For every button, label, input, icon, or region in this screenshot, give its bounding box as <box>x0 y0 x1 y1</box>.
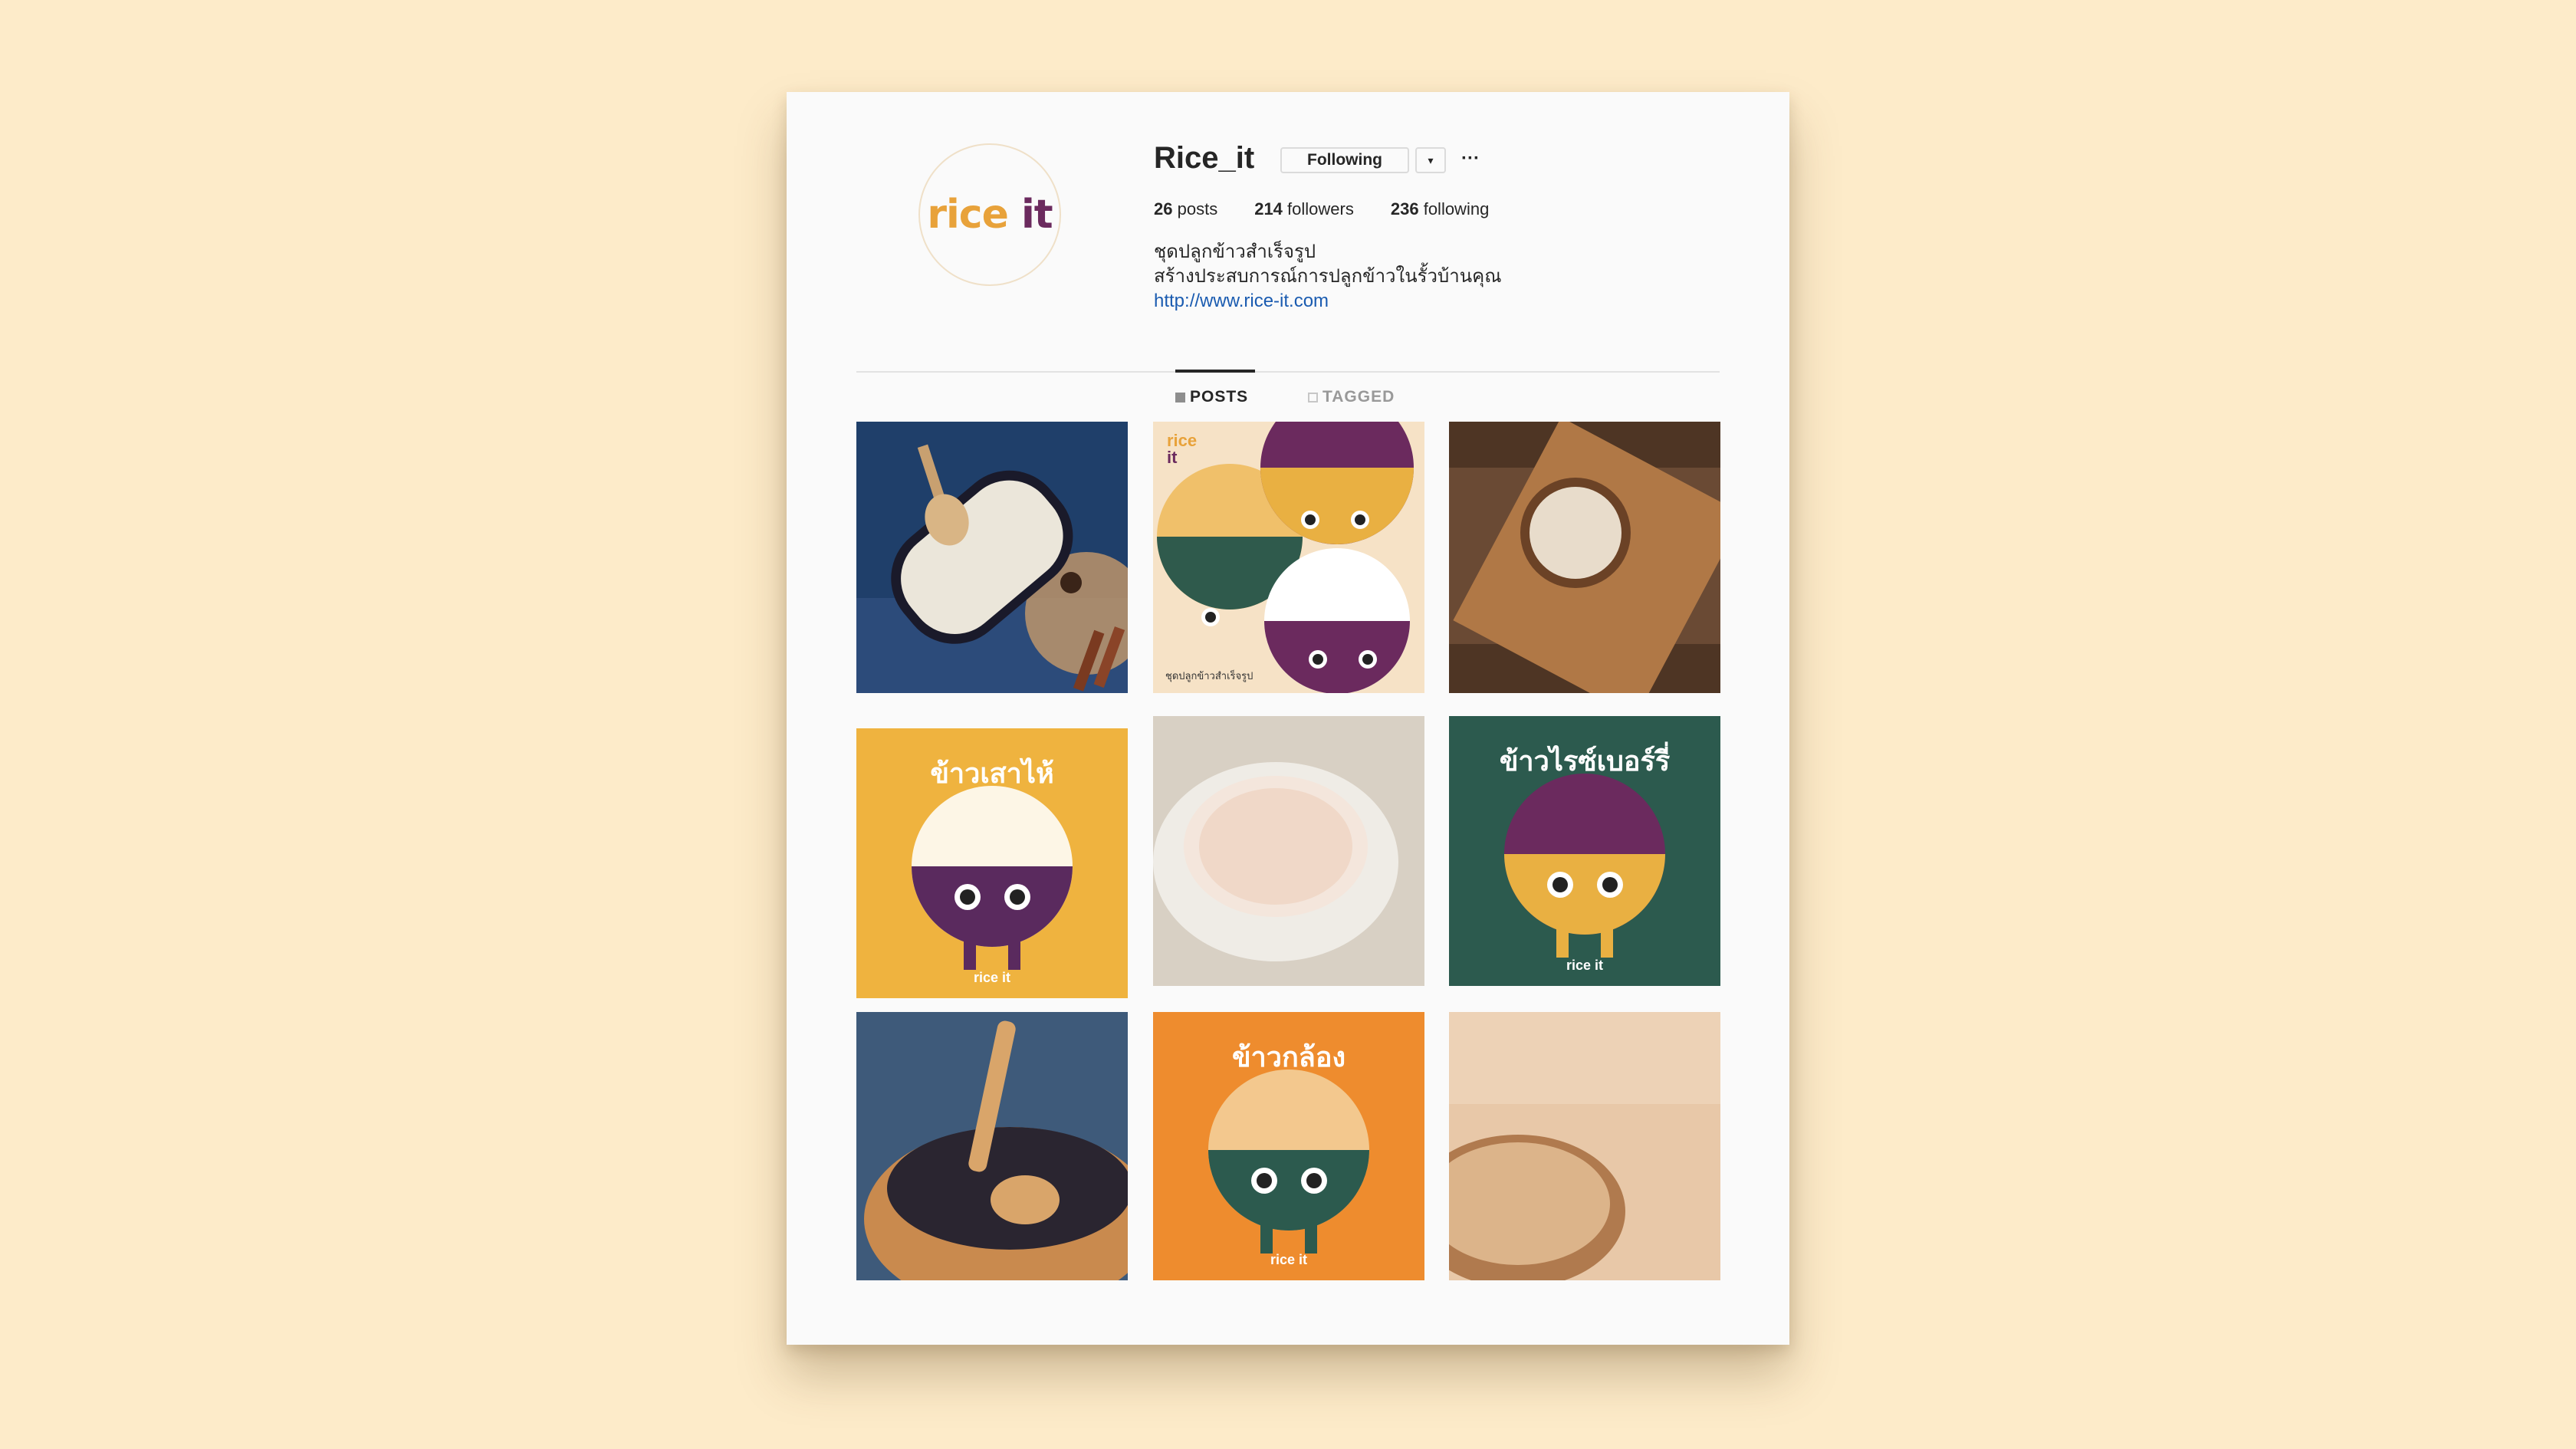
tile-title: ข้าวกล้อง <box>1231 1042 1346 1073</box>
post-tile-8[interactable]: ข้าวกล้อง rice it <box>1153 1012 1424 1280</box>
tile-title: ข้าวไรซ์เบอร์รี่ <box>1499 746 1671 777</box>
followers-count: 214 <box>1254 199 1283 219</box>
rice-bowl-wood-photo <box>1449 422 1720 693</box>
post-tile-4[interactable]: ข้าวเสาไห้ rice it <box>856 728 1128 998</box>
following-label: following <box>1423 199 1490 219</box>
black-rice-bowl-photo <box>856 1012 1128 1280</box>
posts-stat[interactable]: 26 posts <box>1154 199 1217 219</box>
post-tile-5[interactable] <box>1153 716 1424 986</box>
tile-caption: ชุดปลูกข้าวสำเร็จรูป <box>1165 671 1254 682</box>
bio-line-2: สร้างประสบการณ์การปลูกข้าวในรั้วบ้านคุณ <box>1154 265 1502 287</box>
rice-it-logo: rice it <box>927 192 1053 238</box>
follow-dropdown-button[interactable]: ▾ <box>1415 147 1446 173</box>
post-tile-1[interactable] <box>856 422 1128 693</box>
logo-rice-text: rice <box>927 192 1009 238</box>
tab-posts-label: POSTS <box>1190 388 1249 406</box>
profile-stats: 26 posts 214 followers 236 following <box>1154 199 1489 219</box>
profile-username: Rice_it <box>1154 141 1255 175</box>
tile-title: ข้าวเสาไห้ <box>930 758 1054 790</box>
following-stat[interactable]: 236 following <box>1391 199 1489 219</box>
post-tile-7[interactable] <box>856 1012 1128 1280</box>
caret-down-icon: ▾ <box>1428 153 1434 166</box>
bio-link[interactable]: http://www.rice-it.com <box>1154 291 1329 311</box>
following-count: 236 <box>1390 199 1419 219</box>
following-button[interactable]: Following <box>1280 147 1409 173</box>
tab-tagged-label: TAGGED <box>1322 388 1395 406</box>
tile-footer: rice it <box>1270 1252 1308 1267</box>
logo-it-text: it <box>1020 192 1053 238</box>
followers-label: followers <box>1287 199 1354 219</box>
profile-avatar[interactable]: rice it <box>918 143 1061 286</box>
post-tile-9[interactable] <box>1449 1012 1720 1280</box>
tab-tagged[interactable]: TAGGED <box>1308 388 1395 406</box>
tile-logo: rice it <box>1167 432 1197 466</box>
tab-posts[interactable]: POSTS <box>1175 388 1248 406</box>
post-tile-6[interactable]: ข้าวไรซ์เบอร์รี่ rice it <box>1449 716 1720 986</box>
tile-logo-rice: rice <box>1167 431 1198 450</box>
tagged-icon <box>1308 392 1318 402</box>
brown-rice-spoon-photo <box>1449 1012 1720 1280</box>
post-tile-3[interactable] <box>1449 422 1720 693</box>
posts-label: posts <box>1177 199 1218 219</box>
grid-icon <box>1175 392 1185 402</box>
more-options-icon[interactable]: ··· <box>1461 147 1480 170</box>
bio-line-1: ชุดปลูกข้าวสำเร็จรูป <box>1154 241 1316 262</box>
tile-logo-it: it <box>1167 448 1178 467</box>
active-tab-indicator <box>1175 370 1255 373</box>
tile-footer: rice it <box>973 970 1011 985</box>
tile-footer: rice it <box>1566 958 1604 973</box>
rice-pan-photo <box>856 422 1128 693</box>
cooked-rice-bowl-photo <box>1153 716 1424 986</box>
tabs-divider <box>856 371 1720 373</box>
followers-stat[interactable]: 214 followers <box>1254 199 1354 219</box>
post-tile-2[interactable]: rice it ชุดปลูกข้าวสำเร็จรูป <box>1153 422 1424 693</box>
profile-bio: ชุดปลูกข้าวสำเร็จรูป สร้างประสบการณ์การป… <box>1154 239 1501 314</box>
posts-count: 26 <box>1154 199 1173 219</box>
